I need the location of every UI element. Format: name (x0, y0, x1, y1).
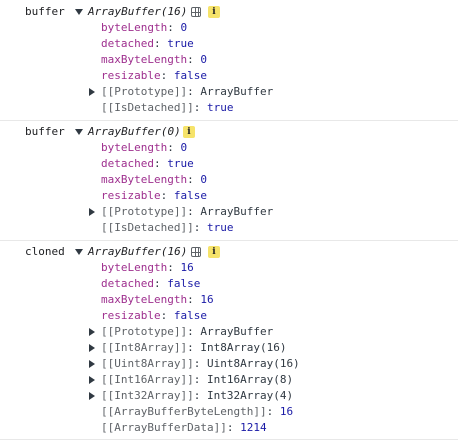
prop-key: detached (101, 37, 154, 50)
prop-value: Int16Array(8) (206, 373, 294, 386)
prop-key: [[IsDetached]] (101, 101, 194, 114)
prop-key: [[IsDetached]] (101, 221, 194, 234)
prototype-row[interactable]: [[Prototype]]: ArrayBuffer (101, 204, 273, 220)
prop-key: resizable (101, 69, 161, 82)
view-row[interactable]: [[Int16Array]]: Int16Array(8) (101, 372, 293, 388)
prop-row: byteLength: 0 (101, 141, 188, 154)
prop-key: [[Prototype]] (101, 205, 188, 218)
info-icon[interactable]: i (183, 126, 195, 138)
expand-caret-icon[interactable] (89, 376, 95, 384)
expand-caret-icon[interactable] (75, 9, 83, 15)
internal-row: [[ArrayBufferByteLength]]: 16 (101, 405, 294, 418)
memory-inspector-icon[interactable] (191, 7, 201, 17)
prop-key: byteLength (101, 261, 168, 274)
prop-value: 0 (180, 141, 188, 154)
prop-value: false (167, 277, 201, 290)
info-icon[interactable]: i (208, 6, 220, 18)
memory-inspector-icon[interactable] (191, 247, 201, 257)
entry-2-header[interactable]: ArrayBuffer(0) (88, 124, 181, 140)
prop-value: 16 (180, 261, 194, 274)
view-row[interactable]: [[Int32Array]]: Int32Array(4) (101, 388, 293, 404)
entry-divider (0, 240, 458, 241)
entry-2-var: buffer (25, 125, 65, 138)
prop-key: [[Int32Array]] (101, 389, 194, 402)
expand-caret-icon[interactable] (75, 249, 83, 255)
info-icon[interactable]: i (208, 246, 220, 258)
prop-key: [[Uint8Array]] (101, 357, 194, 370)
expand-caret-icon[interactable] (89, 328, 95, 336)
prop-key: byteLength (101, 21, 168, 34)
prop-value: true (206, 101, 234, 114)
prop-value: true (167, 157, 194, 170)
prop-row: resizable: false (101, 309, 207, 322)
prop-row: byteLength: 16 (101, 261, 194, 274)
prop-value: false (173, 309, 207, 322)
prototype-row[interactable]: [[Prototype]]: ArrayBuffer (101, 84, 273, 100)
prop-value: Int8Array(16) (200, 341, 287, 354)
entry-1-header[interactable]: ArrayBuffer(16) (88, 4, 187, 20)
prototype-row[interactable]: [[Prototype]]: ArrayBuffer (101, 324, 273, 340)
prop-value: 16 (279, 405, 294, 418)
prop-key: resizable (101, 309, 161, 322)
prop-value: true (206, 221, 234, 234)
expand-caret-icon[interactable] (89, 360, 95, 368)
prop-value: ArrayBuffer (200, 325, 274, 338)
prop-value: 0 (180, 21, 188, 34)
console-panel: buffer ArrayBuffer(16) i byteLength: 0 d… (0, 0, 458, 447)
prop-value: true (167, 37, 194, 50)
internal-row: [[IsDetached]]: true (101, 101, 234, 114)
entry-3-var: cloned (25, 245, 65, 258)
prop-row: detached: true (101, 157, 194, 170)
prop-key: [[Prototype]] (101, 85, 188, 98)
view-row[interactable]: [[Uint8Array]]: Uint8Array(16) (101, 356, 300, 372)
entry-1-var: buffer (25, 5, 65, 18)
prop-key: maxByteLength (101, 53, 188, 66)
prop-value: 16 (200, 293, 214, 306)
prop-value: 0 (200, 173, 207, 186)
prop-value: 0 (200, 53, 207, 66)
prop-key: maxByteLength (101, 173, 188, 186)
prop-value: Uint8Array(16) (206, 357, 300, 370)
prop-value: false (173, 69, 207, 82)
prop-value: ArrayBuffer (200, 85, 274, 98)
expand-caret-icon[interactable] (89, 88, 95, 96)
entry-3-header[interactable]: ArrayBuffer(16) (88, 244, 187, 260)
internal-row: [[IsDetached]]: true (101, 221, 234, 234)
expand-caret-icon[interactable] (89, 392, 95, 400)
prop-key: [[Int8Array]] (101, 341, 188, 354)
prop-row: resizable: false (101, 189, 207, 202)
prop-key: [[ArrayBufferByteLength]] (101, 405, 267, 418)
prop-row: maxByteLength: 16 (101, 293, 214, 306)
prop-row: maxByteLength: 0 (101, 53, 207, 66)
prop-row: byteLength: 0 (101, 21, 188, 34)
expand-caret-icon[interactable] (89, 344, 95, 352)
prop-value: 1214 (240, 421, 267, 434)
view-row[interactable]: [[Int8Array]]: Int8Array(16) (101, 340, 286, 356)
prop-key: [[Prototype]] (101, 325, 188, 338)
prop-key: [[ArrayBufferData]] (101, 421, 227, 434)
prop-value: ArrayBuffer (200, 205, 274, 218)
prop-key: resizable (101, 189, 161, 202)
prop-row: resizable: false (101, 69, 207, 82)
prop-value: Int32Array(4) (206, 389, 294, 402)
expand-caret-icon[interactable] (89, 208, 95, 216)
prop-value: false (173, 189, 207, 202)
prop-key: detached (101, 277, 154, 290)
prop-key: byteLength (101, 141, 168, 154)
prop-key: [[Int16Array]] (101, 373, 194, 386)
prop-row: detached: true (101, 37, 194, 50)
internal-row: [[ArrayBufferData]]: 1214 (101, 421, 267, 434)
prop-key: maxByteLength (101, 293, 188, 306)
prop-row: maxByteLength: 0 (101, 173, 207, 186)
prop-row: detached: false (101, 277, 201, 290)
prop-key: detached (101, 157, 154, 170)
entry-divider (0, 120, 458, 121)
expand-caret-icon[interactable] (75, 129, 83, 135)
entry-divider (0, 439, 458, 440)
